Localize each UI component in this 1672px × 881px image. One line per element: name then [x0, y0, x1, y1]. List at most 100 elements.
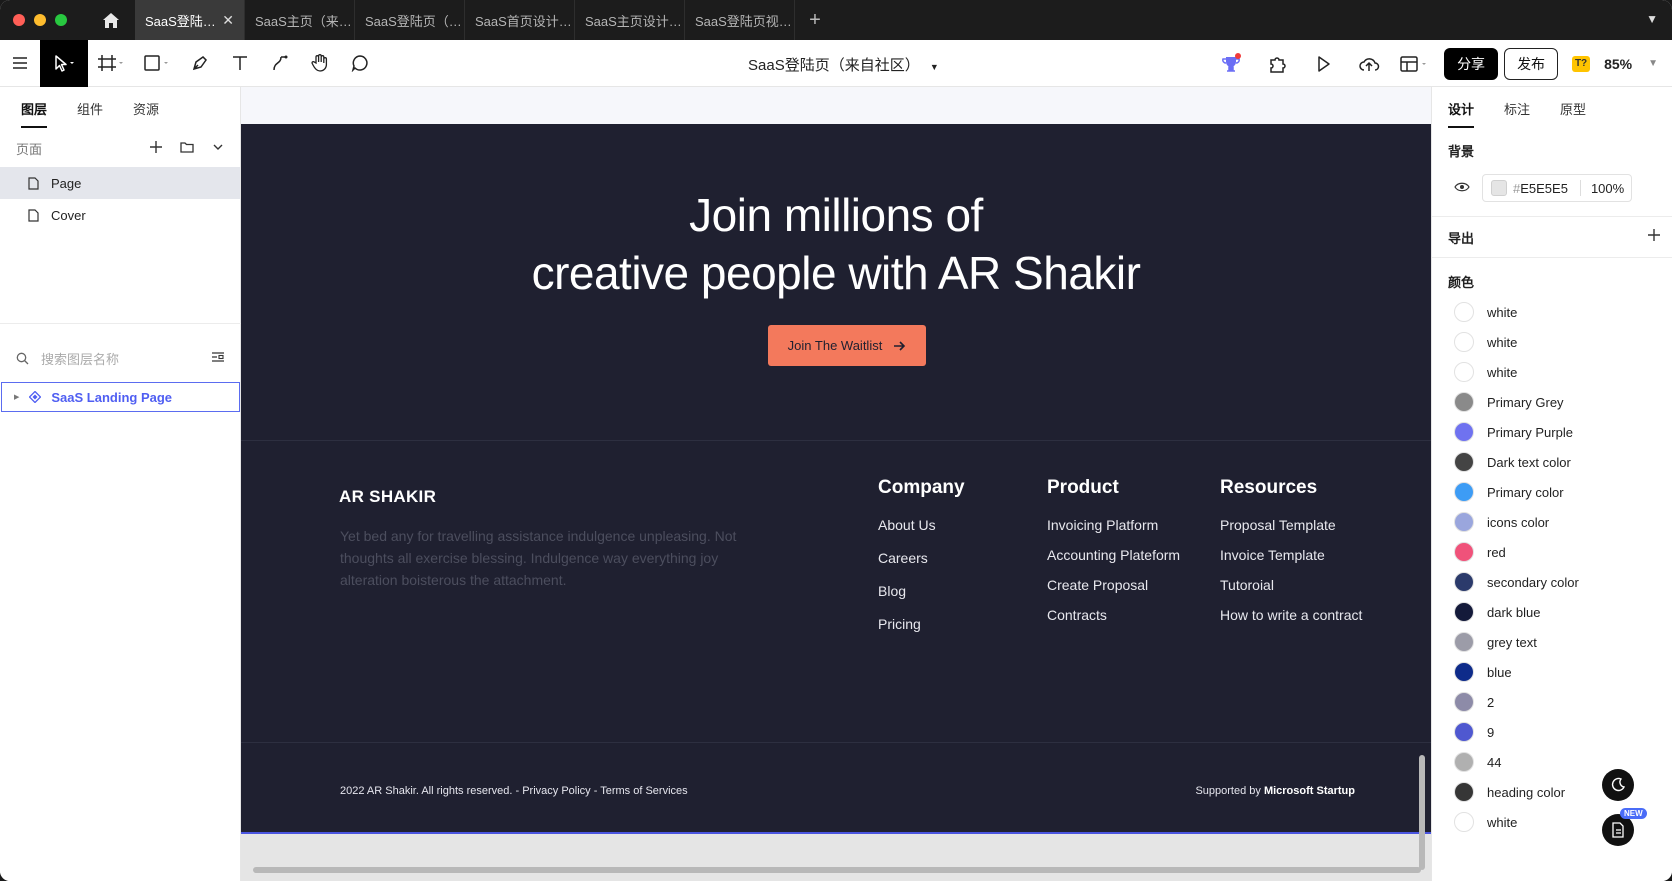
- ai-assistant-badge[interactable]: T?: [1572, 55, 1591, 72]
- tab-prototype[interactable]: 原型: [1560, 99, 1586, 118]
- eye-icon[interactable]: [1454, 179, 1470, 197]
- add-export-icon[interactable]: [1648, 228, 1660, 246]
- footer-about: Yet bed any for travelling assistance in…: [340, 528, 737, 588]
- tab-annotate[interactable]: 标注: [1504, 99, 1530, 118]
- footer-link[interactable]: Invoice Template: [1220, 547, 1362, 563]
- expand-arrow-icon[interactable]: ▶: [14, 393, 19, 401]
- color-style-item[interactable]: icons color: [1432, 507, 1672, 537]
- color-style-item[interactable]: 2: [1432, 687, 1672, 717]
- upload-cloud-icon[interactable]: [1346, 40, 1392, 87]
- tab-0[interactable]: SaaS登陆… ✕: [135, 0, 245, 40]
- publish-button[interactable]: 发布: [1504, 47, 1559, 80]
- color-style-item[interactable]: red: [1432, 537, 1672, 567]
- join-waitlist-button[interactable]: Join The Waitlist: [768, 325, 926, 366]
- pen-tool-icon[interactable]: [180, 40, 220, 87]
- vertical-scrollbar[interactable]: [1419, 755, 1425, 870]
- filter-icon[interactable]: [211, 351, 225, 366]
- minimize-window-button[interactable]: [34, 14, 46, 26]
- maximize-window-button[interactable]: [55, 14, 67, 26]
- move-tool-icon[interactable]: [40, 39, 88, 87]
- color-style-item[interactable]: Primary color: [1432, 477, 1672, 507]
- tab-design[interactable]: 设计: [1448, 99, 1475, 128]
- color-style-item[interactable]: heading color: [1432, 777, 1672, 807]
- search-input[interactable]: 搜索图层名称: [41, 349, 119, 368]
- color-style-item[interactable]: grey text: [1432, 627, 1672, 657]
- text-tool-icon[interactable]: [220, 40, 260, 87]
- share-button[interactable]: 分享: [1444, 47, 1499, 80]
- layout-icon[interactable]: [1392, 40, 1438, 87]
- layer-label: SaaS Landing Page: [51, 389, 173, 405]
- chevron-down-icon[interactable]: ▼: [930, 62, 939, 72]
- moon-icon[interactable]: [1602, 769, 1634, 801]
- page-icon: [28, 176, 39, 190]
- color-style-item[interactable]: dark blue: [1432, 597, 1672, 627]
- layer-search[interactable]: 搜索图层名称: [0, 342, 241, 374]
- add-tab-icon[interactable]: +: [795, 0, 835, 40]
- footer-link[interactable]: Proposal Template: [1220, 517, 1362, 533]
- color-style-label: Primary Purple: [1487, 424, 1573, 440]
- color-style-item[interactable]: white: [1432, 297, 1672, 327]
- artboard[interactable]: Join millions of creative people with AR…: [241, 124, 1431, 834]
- tab-5[interactable]: SaaS登陆页视…: [685, 0, 795, 40]
- menu-icon[interactable]: [0, 40, 40, 87]
- document-title[interactable]: SaaS登陆页（来自社区） ▼: [748, 54, 939, 75]
- design-canvas[interactable]: Join millions of creative people with AR…: [241, 87, 1431, 881]
- footer-link[interactable]: Careers: [878, 550, 965, 566]
- color-style-item[interactable]: secondary color: [1432, 567, 1672, 597]
- divider: [0, 323, 241, 324]
- footer-link[interactable]: Accounting Plateform: [1047, 547, 1180, 563]
- horizontal-scrollbar[interactable]: [253, 867, 1421, 873]
- connector-tool-icon[interactable]: [260, 40, 300, 87]
- color-style-item[interactable]: blue: [1432, 657, 1672, 687]
- color-style-item[interactable]: Primary Purple: [1432, 417, 1672, 447]
- play-icon[interactable]: [1300, 40, 1346, 87]
- close-window-button[interactable]: [13, 14, 25, 26]
- color-style-item[interactable]: white: [1432, 357, 1672, 387]
- footer-link[interactable]: Create Proposal: [1047, 577, 1180, 593]
- page-item-cover[interactable]: Cover: [0, 199, 240, 231]
- frame-tool-icon[interactable]: [88, 40, 134, 87]
- trophy-icon[interactable]: [1208, 40, 1254, 87]
- color-style-item[interactable]: white: [1432, 327, 1672, 357]
- tab-4[interactable]: SaaS主页设计…: [575, 0, 685, 40]
- tab-assets[interactable]: 资源: [133, 99, 159, 118]
- tab-1[interactable]: SaaS主页（来…: [245, 0, 355, 40]
- bg-opacity-value[interactable]: 100%: [1591, 181, 1624, 196]
- folder-icon[interactable]: [180, 141, 194, 156]
- color-style-item[interactable]: Primary Grey: [1432, 387, 1672, 417]
- color-style-item[interactable]: 9: [1432, 717, 1672, 747]
- color-swatch[interactable]: [1491, 180, 1507, 196]
- color-style-label: icons color: [1487, 514, 1550, 530]
- bg-hex-value[interactable]: E5E5E5: [1520, 181, 1568, 196]
- zoom-level[interactable]: 85%: [1604, 56, 1632, 72]
- tab-2[interactable]: SaaS登陆页（…: [355, 0, 465, 40]
- footer-link[interactable]: Contracts: [1047, 607, 1180, 623]
- footer-link[interactable]: Pricing: [878, 616, 965, 632]
- hand-tool-icon[interactable]: [300, 40, 340, 87]
- comment-tool-icon[interactable]: [340, 40, 380, 87]
- footer-link[interactable]: Blog: [878, 583, 965, 599]
- tab-layers[interactable]: 图层: [21, 99, 48, 128]
- footer-link[interactable]: Invoicing Platform: [1047, 517, 1180, 533]
- footer-link[interactable]: How to write a contract: [1220, 607, 1362, 623]
- chevron-down-icon[interactable]: ▼: [1646, 12, 1658, 26]
- chevron-down-icon[interactable]: ▼: [1648, 58, 1658, 69]
- footer-link[interactable]: Tutoroial: [1220, 577, 1362, 593]
- background-color-field[interactable]: # E5E5E5 100%: [1482, 174, 1632, 202]
- tab-3[interactable]: SaaS首页设计…: [465, 0, 575, 40]
- color-style-item[interactable]: Dark text color: [1432, 447, 1672, 477]
- home-icon[interactable]: [101, 10, 121, 30]
- layer-item[interactable]: ▶ SaaS Landing Page: [1, 382, 240, 412]
- footer-link[interactable]: About Us: [878, 517, 965, 533]
- shape-tool-icon[interactable]: [134, 40, 180, 87]
- plugin-icon[interactable]: [1254, 40, 1300, 87]
- page-item-page[interactable]: Page: [0, 167, 240, 199]
- hero-title-line2: creative people with AR Shakir: [531, 247, 1141, 299]
- search-icon: [16, 352, 29, 364]
- export-label: 导出: [1448, 230, 1475, 246]
- tab-components[interactable]: 组件: [77, 99, 103, 118]
- add-page-icon[interactable]: [150, 140, 162, 156]
- close-icon[interactable]: ✕: [222, 12, 234, 29]
- chevron-down-icon[interactable]: [212, 141, 224, 156]
- color-style-item[interactable]: 44: [1432, 747, 1672, 777]
